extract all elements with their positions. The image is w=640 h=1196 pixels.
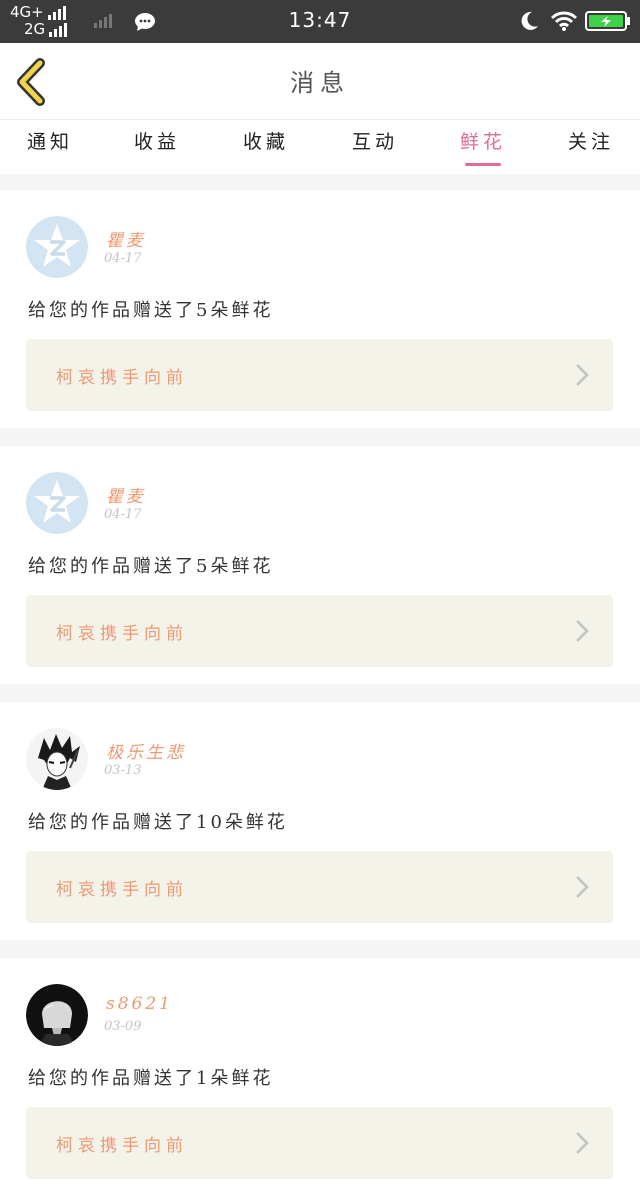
tab-earnings[interactable]: 收益: [107, 120, 207, 174]
signal-icon: [49, 22, 68, 37]
notification-message: 给您的作品赠送了5朵鲜花: [28, 300, 274, 321]
work-link[interactable]: 柯哀携手向前: [26, 595, 613, 667]
anime-boy-avatar-icon: [26, 728, 88, 790]
timestamp: 03-13: [104, 763, 142, 778]
tab-label: 收藏: [242, 131, 289, 153]
username[interactable]: 极乐生悲: [106, 738, 186, 763]
page-title: 消息: [290, 69, 350, 97]
chevron-right-icon: [576, 876, 589, 898]
battery-charging-icon: [585, 11, 630, 31]
tab-bar: 通知 收益 收藏 互动 鲜花 关注: [0, 119, 640, 174]
work-title: 柯哀携手向前: [56, 880, 188, 900]
chevron-right-icon: [576, 364, 589, 386]
username[interactable]: 瞿麦: [106, 226, 146, 251]
default-star-avatar-icon: [26, 216, 88, 278]
tab-label: 收益: [133, 131, 180, 153]
cellular-signal: 4G+ 2G: [10, 4, 80, 40]
clock: 13:47: [288, 8, 352, 32]
tab-label: 通知: [26, 131, 73, 153]
tab-flowers[interactable]: 鲜花: [433, 120, 533, 174]
avatar[interactable]: [26, 472, 88, 534]
notification-card: 极乐生悲 03-13 给您的作品赠送了10朵鲜花 柯哀携手向前: [0, 702, 640, 940]
wifi-icon: [550, 11, 578, 31]
username[interactable]: s8621: [106, 994, 173, 1014]
signal-empty-icon: [94, 14, 112, 28]
work-title: 柯哀携手向前: [56, 368, 188, 388]
work-link[interactable]: 柯哀携手向前: [26, 851, 613, 923]
active-tab-indicator: [465, 163, 501, 166]
network-type-primary: 4G+: [10, 3, 44, 21]
chevron-right-icon: [576, 620, 589, 642]
tab-label: 鲜花: [459, 131, 506, 153]
signal-icon: [47, 5, 66, 20]
notification-card: 瞿麦 04-17 给您的作品赠送了5朵鲜花 柯哀携手向前: [0, 190, 640, 428]
notification-message: 给您的作品赠送了10朵鲜花: [28, 812, 288, 833]
work-title: 柯哀携手向前: [56, 1136, 188, 1156]
work-link[interactable]: 柯哀携手向前: [26, 339, 613, 411]
timestamp: 04-17: [104, 251, 142, 266]
notification-card: 瞿麦 04-17 给您的作品赠送了5朵鲜花 柯哀携手向前: [0, 446, 640, 684]
avatar[interactable]: [26, 984, 88, 1046]
avatar[interactable]: [26, 728, 88, 790]
avatar[interactable]: [26, 216, 88, 278]
tab-following[interactable]: 关注: [541, 120, 640, 174]
tab-label: 互动: [351, 131, 398, 153]
notification-message: 给您的作品赠送了5朵鲜花: [28, 556, 274, 577]
notification-card: s8621 03-09 给您的作品赠送了1朵鲜花 柯哀携手向前: [0, 958, 640, 1196]
work-link[interactable]: 柯哀携手向前: [26, 1107, 613, 1179]
tab-notifications[interactable]: 通知: [0, 120, 100, 174]
timestamp: 03-09: [104, 1019, 142, 1034]
default-star-avatar-icon: [26, 472, 88, 534]
status-bar: 4G+ 2G 13:47: [0, 0, 640, 43]
chat-icon: [135, 13, 155, 31]
tab-interactions[interactable]: 互动: [325, 120, 425, 174]
chevron-right-icon: [576, 1132, 589, 1154]
dark-portrait-avatar-icon: [26, 984, 88, 1046]
tab-label: 关注: [567, 131, 614, 153]
timestamp: 04-17: [104, 507, 142, 522]
username[interactable]: 瞿麦: [106, 482, 146, 507]
navigation-bar: 消息: [0, 43, 640, 119]
moon-icon: [521, 11, 538, 30]
network-type-secondary: 2G: [24, 20, 46, 38]
notification-message: 给您的作品赠送了1朵鲜花: [28, 1068, 274, 1089]
tab-favorites[interactable]: 收藏: [216, 120, 316, 174]
work-title: 柯哀携手向前: [56, 624, 188, 644]
